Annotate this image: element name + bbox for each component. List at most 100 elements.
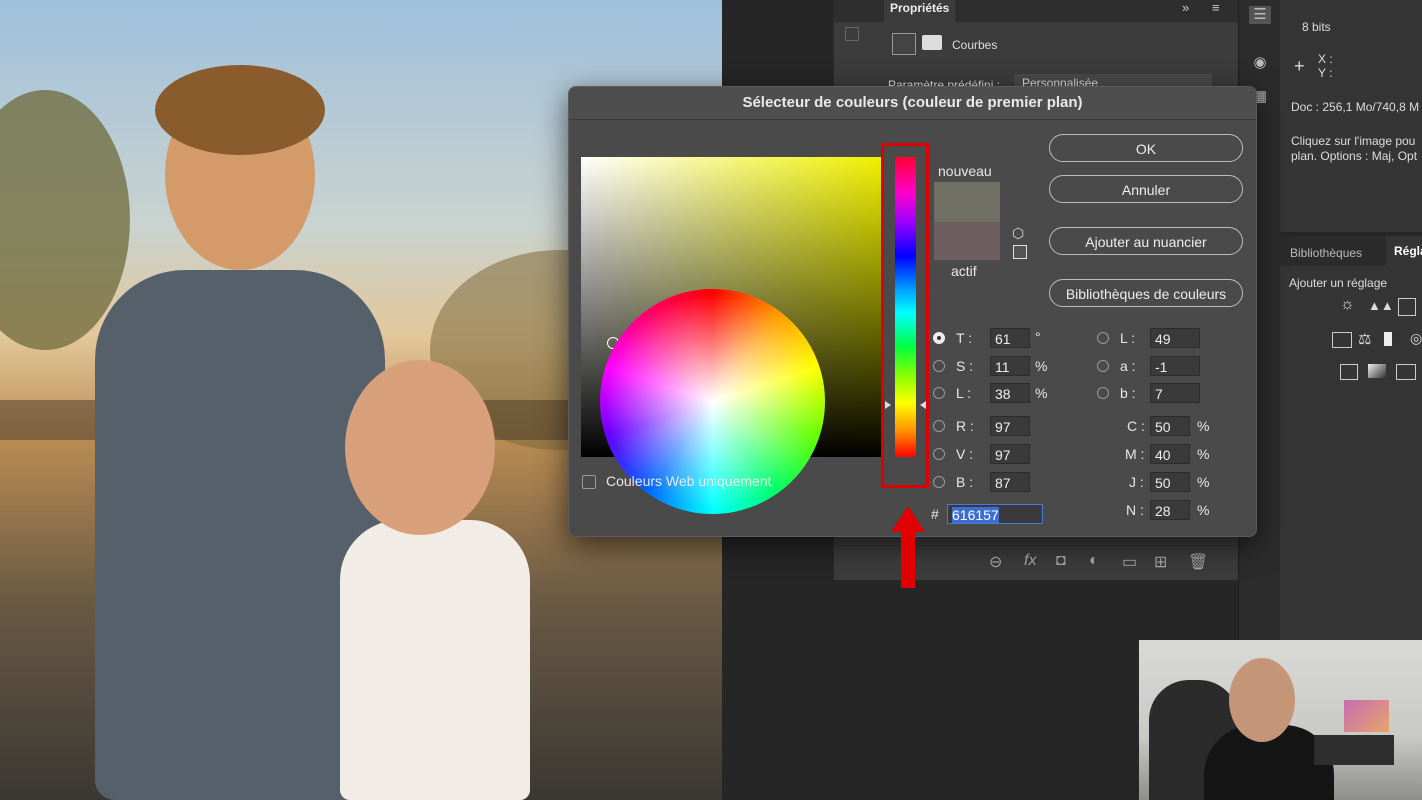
adjustments-icon[interactable]: ☰ <box>1249 6 1271 24</box>
saturation-label: S : <box>956 358 974 374</box>
radio-hue[interactable] <box>933 332 945 344</box>
camera-icon[interactable]: ◎ <box>1410 330 1422 347</box>
new-layer-icon[interactable]: ⊞ <box>1154 552 1167 572</box>
webcam-desk <box>1314 735 1394 765</box>
brightness-input[interactable]: 38 <box>990 383 1030 403</box>
hue-unit: ° <box>1035 329 1041 345</box>
green-label: V : <box>956 446 974 462</box>
collapse-icon[interactable]: » <box>1182 0 1189 15</box>
adjustment-name: Courbes <box>952 38 998 52</box>
add-adjustment-label: Ajouter un réglage <box>1289 276 1388 290</box>
adjustments-panel: Bibliothèques Régla Ajouter un réglage ☼… <box>1280 236 1422 640</box>
link-icon[interactable]: ⊖ <box>989 552 1002 572</box>
webcam-face <box>1229 658 1295 742</box>
adjustment-layer-icon[interactable]: ◐ <box>1089 552 1099 570</box>
lab-l-label: L : <box>1120 330 1136 346</box>
current-color-swatch[interactable] <box>934 222 1000 260</box>
lab-a-label: a : <box>1120 358 1136 374</box>
webcam-picture <box>1344 700 1389 732</box>
checkbox-empty[interactable] <box>845 27 859 41</box>
cancel-button[interactable]: Annuler <box>1049 175 1243 203</box>
brightness-icon[interactable]: ☼ <box>1340 296 1355 314</box>
red-arrow-icon <box>891 506 925 532</box>
fx-icon[interactable]: fx <box>1024 552 1036 570</box>
palette-icon[interactable]: ◉ <box>1249 54 1271 72</box>
bw-icon[interactable] <box>1384 332 1400 346</box>
vibrance-icon[interactable] <box>1332 332 1352 348</box>
photo-boy-hair <box>155 65 325 155</box>
red-input[interactable]: 97 <box>990 416 1030 436</box>
webcam-overlay <box>1139 640 1422 800</box>
red-label: R : <box>956 418 974 434</box>
tab-properties[interactable]: Propriétés <box>884 0 956 22</box>
tab-libraries[interactable]: Bibliothèques <box>1290 246 1362 260</box>
x-coordinate-label: X : <box>1318 52 1333 66</box>
balance-icon[interactable]: ⚖ <box>1358 330 1371 348</box>
photo-girl <box>340 520 530 800</box>
curves-adjust-icon[interactable] <box>1398 298 1416 316</box>
black-label: N : <box>1126 502 1144 518</box>
hex-label: # <box>931 506 939 522</box>
panel-menu-icon[interactable]: ≡ <box>1212 0 1220 15</box>
info-panel: 8 bits + X : Y : Doc : 256,1 Mo/740,8 M … <box>1280 0 1422 232</box>
dialog-title: Sélecteur de couleurs (couleur de premie… <box>569 87 1256 120</box>
radio-lab-l[interactable] <box>1097 332 1109 344</box>
yellow-label: J : <box>1129 474 1144 490</box>
photo-girl-face <box>345 360 495 535</box>
blue-label: B : <box>956 474 974 490</box>
hue-input[interactable]: 61 <box>990 328 1030 348</box>
tab-adjustments[interactable]: Régla <box>1386 236 1422 266</box>
invert-icon[interactable] <box>1340 364 1358 380</box>
cyan-unit: % <box>1197 418 1210 434</box>
yellow-unit: % <box>1197 474 1210 490</box>
current-color-label: actif <box>951 263 977 279</box>
yellow-input[interactable]: 50 <box>1150 472 1190 492</box>
color-picker-dialog: Sélecteur de couleurs (couleur de premie… <box>568 86 1257 537</box>
crosshair-icon: + <box>1294 56 1305 76</box>
cyan-label: C : <box>1127 418 1145 434</box>
hex-input[interactable]: 616157 <box>947 504 1043 524</box>
bit-depth: 8 bits <box>1302 20 1331 34</box>
lab-b-input[interactable]: 7 <box>1150 383 1200 403</box>
magenta-unit: % <box>1197 446 1210 462</box>
web-safe-swatch-icon[interactable] <box>1013 245 1027 259</box>
black-input[interactable]: 28 <box>1150 500 1190 520</box>
hue-label: T : <box>956 330 973 346</box>
radio-lab-a[interactable] <box>1097 360 1109 372</box>
brightness-unit: % <box>1035 385 1048 401</box>
hex-value-selected: 616157 <box>952 507 999 523</box>
y-coordinate-label: Y : <box>1318 66 1333 80</box>
magenta-input[interactable]: 40 <box>1150 444 1190 464</box>
lab-b-label: b : <box>1120 385 1136 401</box>
radio-blue[interactable] <box>933 476 945 488</box>
radio-brightness[interactable] <box>933 387 945 399</box>
radio-lab-b[interactable] <box>1097 387 1109 399</box>
properties-header: Propriétés » ≡ <box>834 0 1239 22</box>
gamut-cube-icon[interactable]: ⬡ <box>1012 225 1024 242</box>
threshold-icon[interactable] <box>1396 364 1416 380</box>
ok-button[interactable]: OK <box>1049 134 1243 162</box>
magenta-label: M : <box>1125 446 1145 462</box>
trash-icon[interactable]: 🗑 <box>1188 552 1208 572</box>
radio-red[interactable] <box>933 420 945 432</box>
blue-input[interactable]: 87 <box>990 472 1030 492</box>
hint-text-1: Cliquez sur l'image pou <box>1291 134 1416 148</box>
black-unit: % <box>1197 502 1210 518</box>
radio-saturation[interactable] <box>933 360 945 372</box>
add-to-swatches-button[interactable]: Ajouter au nuancier <box>1049 227 1243 255</box>
levels-icon[interactable]: ▲▲ <box>1368 298 1394 313</box>
lab-l-input[interactable]: 49 <box>1150 328 1200 348</box>
saturation-unit: % <box>1035 358 1048 374</box>
cyan-input[interactable]: 50 <box>1150 416 1190 436</box>
new-color-swatch <box>934 182 1000 222</box>
saturation-input[interactable]: 11 <box>990 356 1030 376</box>
color-libraries-button[interactable]: Bibliothèques de couleurs <box>1049 279 1243 307</box>
lab-a-input[interactable]: -1 <box>1150 356 1200 376</box>
layer-mask-icon[interactable]: ◘ <box>1056 552 1066 570</box>
green-input[interactable]: 97 <box>990 444 1030 464</box>
folder-icon[interactable]: ▭ <box>1122 552 1137 572</box>
highlight-box <box>881 143 929 488</box>
radio-green[interactable] <box>933 448 945 460</box>
web-colors-checkbox[interactable] <box>582 475 596 489</box>
gradient-map-icon[interactable] <box>1368 364 1386 378</box>
